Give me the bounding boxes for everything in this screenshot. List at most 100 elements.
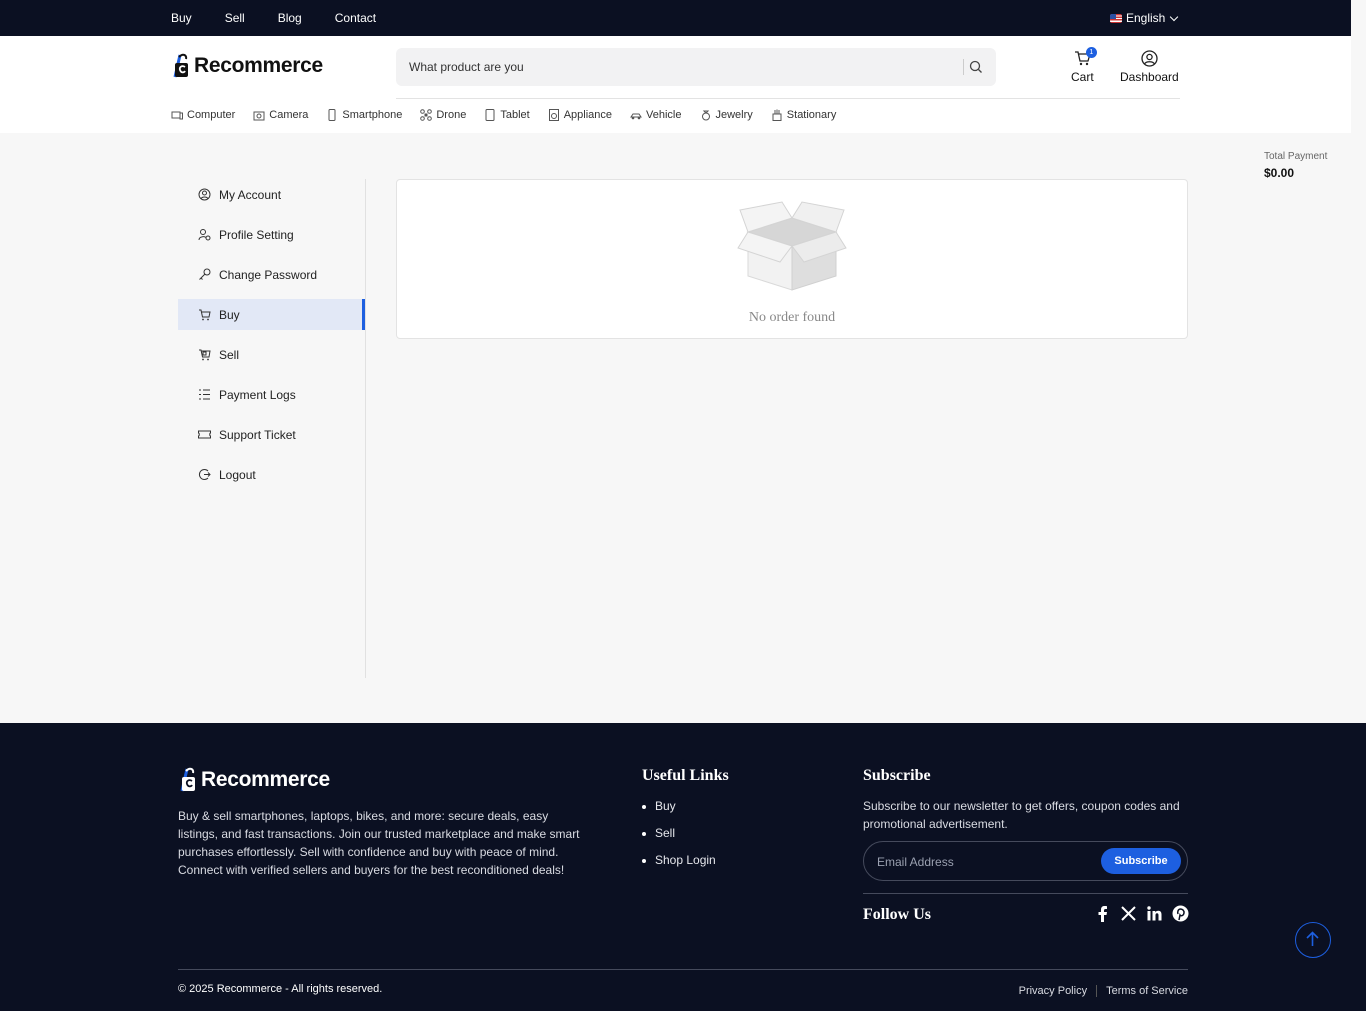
top-nav: Buy Sell Blog Contact <box>171 0 409 36</box>
smartphone-icon <box>328 109 336 121</box>
sidebar-item-logout[interactable]: Logout <box>178 459 365 490</box>
total-payment-label: Total Payment <box>1264 151 1328 162</box>
logo[interactable]: Recommerce <box>171 53 323 79</box>
category-label: Smartphone <box>342 109 403 121</box>
sidebar-item-sell[interactable]: Sell <box>178 339 365 370</box>
sidebar-item-label: Buy <box>219 307 240 322</box>
search-input[interactable]: What product are you <box>409 60 524 74</box>
drone-icon <box>420 109 433 121</box>
appliance-icon <box>548 109 559 121</box>
sidebar-item-buy[interactable]: Buy <box>178 299 365 330</box>
top-nav-sell[interactable]: Sell <box>225 11 245 25</box>
user-circle-icon <box>1141 50 1158 67</box>
total-payment: Total Payment $0.00 <box>1264 151 1327 180</box>
logo-icon <box>180 767 195 792</box>
category-smartphone[interactable]: Smartphone <box>326 109 402 121</box>
legal-divider <box>1096 985 1098 997</box>
brand-name: Recommerce <box>194 54 323 77</box>
sidebar-item-label: Profile Setting <box>219 227 294 242</box>
dashboard-button[interactable]: Dashboard <box>1120 50 1179 84</box>
cart-icon <box>199 309 211 321</box>
search-bar[interactable]: What product are you <box>396 48 996 86</box>
category-label: Jewelry <box>715 109 753 121</box>
language-label: English <box>1126 11 1166 25</box>
footer-link-shop-login[interactable]: Shop Login <box>642 853 716 867</box>
footer: Recommerce Buy & sell smartphones, lapto… <box>0 723 1366 1011</box>
header-divider <box>396 98 1180 99</box>
top-nav-contact[interactable]: Contact <box>335 11 376 25</box>
dashboard-label: Dashboard <box>1120 70 1179 84</box>
sidebar-item-payment-logs[interactable]: Payment Logs <box>178 379 365 410</box>
sell-cart-icon <box>199 349 211 361</box>
logo-icon <box>173 53 188 78</box>
chevron-down-icon <box>1170 12 1179 21</box>
user-gear-icon <box>198 229 211 241</box>
key-icon <box>199 268 211 280</box>
privacy-policy-link[interactable]: Privacy Policy <box>1019 985 1087 997</box>
orders-card: No order found <box>396 179 1188 339</box>
newsletter-form: Email Address Subscribe <box>863 841 1188 881</box>
category-jewelry[interactable]: Jewelry <box>700 109 753 121</box>
sidebar-item-label: My Account <box>219 187 282 202</box>
category-label: Vehicle <box>646 109 682 121</box>
category-label: Drone <box>436 109 467 121</box>
jewelry-icon <box>701 110 710 121</box>
computer-icon <box>171 111 183 120</box>
search-icon[interactable] <box>969 60 983 74</box>
top-nav-blog[interactable]: Blog <box>278 11 302 25</box>
category-camera[interactable]: Camera <box>253 109 308 121</box>
category-drone[interactable]: Drone <box>420 109 466 121</box>
sidebar-item-profile-setting[interactable]: Profile Setting <box>178 219 365 250</box>
category-nav: Computer Camera Smartphone Drone Tablet … <box>171 108 854 122</box>
sidebar-item-change-password[interactable]: Change Password <box>178 259 365 290</box>
x-twitter-icon[interactable] <box>1120 905 1137 922</box>
cart-label: Cart <box>1071 70 1094 84</box>
follow-us-heading: Follow Us <box>863 906 931 923</box>
facebook-icon[interactable] <box>1094 905 1111 922</box>
sidebar-item-label: Payment Logs <box>219 387 296 402</box>
language-selector[interactable]: English <box>1110 0 1179 36</box>
sidebar-item-my-account[interactable]: My Account <box>178 179 365 210</box>
legal-links: Privacy Policy Terms of Service <box>1019 985 1188 997</box>
sidebar-item-label: Support Ticket <box>219 427 296 442</box>
us-flag-icon <box>1110 13 1122 23</box>
brand-name: Recommerce <box>201 768 330 791</box>
linkedin-icon[interactable] <box>1146 905 1163 922</box>
category-appliance[interactable]: Appliance <box>548 109 612 121</box>
cart-button[interactable]: 1 Cart <box>1071 47 1097 84</box>
footer-bottom-divider <box>178 969 1188 970</box>
footer-link-sell[interactable]: Sell <box>642 826 716 840</box>
sidebar-item-label: Sell <box>219 347 240 362</box>
footer-divider <box>863 893 1188 894</box>
category-stationary[interactable]: Stationary <box>771 109 837 121</box>
top-nav-buy[interactable]: Buy <box>171 11 192 25</box>
ticket-icon <box>198 430 211 439</box>
email-field[interactable]: Email Address <box>877 855 954 869</box>
scroll-to-top-button[interactable] <box>1295 922 1331 958</box>
category-label: Stationary <box>786 109 837 121</box>
category-tablet[interactable]: Tablet <box>484 109 530 121</box>
top-bar: Buy Sell Blog Contact English <box>0 0 1351 36</box>
header: Recommerce What product are you 1 Cart D… <box>0 36 1351 133</box>
category-vehicle[interactable]: Vehicle <box>630 109 682 121</box>
tablet-icon <box>485 109 495 121</box>
category-label: Appliance <box>563 109 613 121</box>
sidebar-item-support-ticket[interactable]: Support Ticket <box>178 419 365 450</box>
pinterest-icon[interactable] <box>1172 905 1189 922</box>
subscribe-button[interactable]: Subscribe <box>1101 848 1181 874</box>
total-payment-value: $0.00 <box>1264 166 1295 180</box>
category-computer[interactable]: Computer <box>171 109 235 121</box>
sidebar-item-label: Change Password <box>219 267 318 282</box>
logout-icon <box>199 469 211 480</box>
sidebar-item-label: Logout <box>219 467 256 482</box>
footer-logo[interactable]: Recommerce <box>178 767 330 793</box>
footer-link-buy[interactable]: Buy <box>642 799 716 813</box>
dashboard-sidebar: My Account Profile Setting Change Passwo… <box>178 179 366 678</box>
terms-of-service-link[interactable]: Terms of Service <box>1106 985 1188 997</box>
stationary-icon <box>772 109 782 121</box>
subscribe-heading: Subscribe <box>863 767 931 784</box>
empty-orders-text: No order found <box>748 310 836 325</box>
useful-links-heading: Useful Links <box>642 767 729 784</box>
social-links <box>1094 905 1189 922</box>
user-circle-icon <box>198 188 211 201</box>
